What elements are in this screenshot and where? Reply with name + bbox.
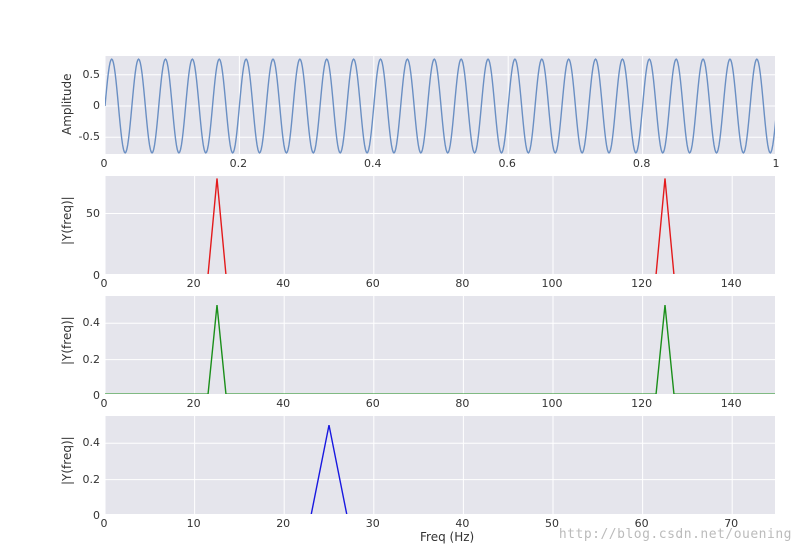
- tick-label: 0.4: [353, 157, 393, 170]
- tick-label: 0: [84, 397, 124, 410]
- time-series-plot: [105, 56, 776, 155]
- tick-label: 0.2: [52, 473, 100, 486]
- panel-fft-half: [104, 415, 776, 515]
- tick-label: 100: [532, 397, 572, 410]
- tick-label: 20: [174, 397, 214, 410]
- tick-label: 50: [52, 207, 100, 220]
- tick-label: 0.4: [52, 316, 100, 329]
- tick-label: 70: [711, 517, 751, 530]
- fft-half-plot: [105, 416, 776, 515]
- tick-label: 50: [532, 517, 572, 530]
- tick-label: 120: [622, 397, 662, 410]
- tick-label: 20: [263, 517, 303, 530]
- tick-label: 20: [174, 277, 214, 290]
- tick-label: 0.5: [52, 68, 100, 81]
- tick-label: 0.4: [52, 436, 100, 449]
- watermark: http://blog.csdn.net/ouening: [559, 527, 792, 542]
- tick-label: 0.8: [622, 157, 662, 170]
- tick-label: 80: [442, 277, 482, 290]
- tick-label: 0: [84, 277, 124, 290]
- tick-label: 0.2: [52, 353, 100, 366]
- tick-label: 10: [174, 517, 214, 530]
- tick-label: 40: [442, 517, 482, 530]
- tick-label: 60: [622, 517, 662, 530]
- panel-fft-norm: [104, 295, 776, 395]
- tick-label: 0: [84, 157, 124, 170]
- tick-label: 0.2: [218, 157, 258, 170]
- tick-label: 30: [353, 517, 393, 530]
- tick-label: 140: [711, 397, 751, 410]
- tick-label: 120: [622, 277, 662, 290]
- tick-label: 140: [711, 277, 751, 290]
- tick-label: 1: [756, 157, 796, 170]
- tick-label: 0: [52, 99, 100, 112]
- xlabel: Freq (Hz): [420, 530, 474, 544]
- fft-norm-plot: [105, 296, 776, 395]
- tick-label: -0.5: [52, 130, 100, 143]
- panel-time-signal: [104, 55, 776, 155]
- tick-label: 60: [353, 397, 393, 410]
- tick-label: 80: [442, 397, 482, 410]
- tick-label: 0.6: [487, 157, 527, 170]
- tick-label: 0: [84, 517, 124, 530]
- panel-fft-raw: [104, 175, 776, 275]
- tick-label: 40: [263, 397, 303, 410]
- figure: Amplitude |Y(freq)| |Y(freq)| |Y(freq)| …: [0, 0, 800, 550]
- ylabel-1: |Y(freq)|: [60, 196, 74, 245]
- fft-raw-plot: [105, 176, 776, 275]
- tick-label: 100: [532, 277, 572, 290]
- tick-label: 60: [353, 277, 393, 290]
- tick-label: 40: [263, 277, 303, 290]
